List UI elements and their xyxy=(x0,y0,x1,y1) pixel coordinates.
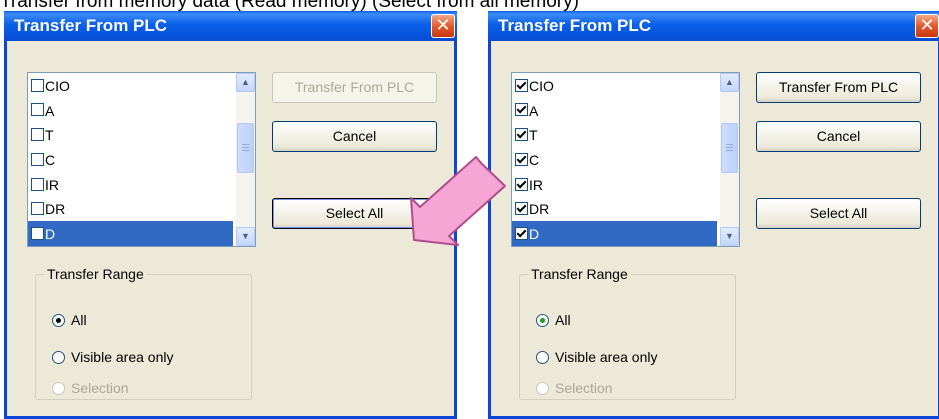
grip-line xyxy=(242,144,249,145)
list-item[interactable]: IR xyxy=(512,172,717,197)
grip-line xyxy=(726,144,733,145)
radio-label: Visible area only xyxy=(555,349,658,365)
select-all-button[interactable]: Select All xyxy=(756,198,921,229)
list-item[interactable]: D xyxy=(512,221,717,246)
list-item[interactable]: C xyxy=(512,147,717,172)
checkbox-icon[interactable] xyxy=(515,78,528,92)
checkbox-icon[interactable] xyxy=(515,152,528,166)
grip-line xyxy=(726,150,733,151)
close-button[interactable]: ✕ xyxy=(431,14,455,38)
checkbox-icon[interactable] xyxy=(31,78,44,92)
list-item-label: CIO xyxy=(529,77,554,94)
radio-button-icon[interactable] xyxy=(52,313,65,327)
grip-line xyxy=(242,150,249,151)
vertical-scrollbar[interactable]: ▲ ▼ xyxy=(236,73,255,246)
radio-label: All xyxy=(555,312,571,328)
radio-label: All xyxy=(71,312,87,328)
radio-selection[interactable]: Selection xyxy=(52,377,129,399)
close-icon: ✕ xyxy=(919,15,935,35)
checkbox-icon[interactable] xyxy=(31,202,44,216)
list-item-label: DR xyxy=(45,201,66,218)
dialog-title: Transfer From PLC xyxy=(14,16,168,35)
checkbox-icon[interactable] xyxy=(515,103,528,117)
transfer-dialog-after: Transfer From PLC ✕ CIO A T C IR DR D ▲ … xyxy=(488,11,939,419)
list-item-label: T xyxy=(45,127,54,144)
memory-area-listbox[interactable]: CIO A T C IR DR D ▲ ▼ xyxy=(511,72,740,247)
list-item[interactable]: DR xyxy=(512,196,717,221)
select-all-button[interactable]: Select All xyxy=(272,198,437,229)
transfer-dialog-before: Transfer From PLC ✕ CIO A T C IR DR D ▲ … xyxy=(4,11,457,419)
title-bar[interactable]: Transfer From PLC ✕ xyxy=(488,11,939,41)
list-item-label: T xyxy=(529,127,538,144)
transfer-range-group: Transfer Range All Visible area only Sel… xyxy=(519,265,736,400)
radio-visible-area-only[interactable]: Visible area only xyxy=(536,346,657,368)
transfer-range-legend: Transfer Range xyxy=(44,265,147,283)
dialog-title: Transfer From PLC xyxy=(498,16,652,35)
checkbox-icon[interactable] xyxy=(515,128,528,142)
close-icon: ✕ xyxy=(435,15,451,35)
checkbox-icon[interactable] xyxy=(515,177,528,191)
list-item-label: C xyxy=(529,152,540,168)
cancel-button[interactable]: Cancel xyxy=(272,121,437,152)
list-item-label: C xyxy=(45,152,56,168)
radio-button-icon[interactable] xyxy=(536,313,549,327)
radio-label: Selection xyxy=(71,380,129,396)
checkbox-icon[interactable] xyxy=(31,103,44,117)
radio-selection[interactable]: Selection xyxy=(536,377,613,399)
transfer-from-plc-button[interactable]: Transfer From PLC xyxy=(756,72,921,103)
list-item-label: IR xyxy=(45,176,59,193)
radio-all[interactable]: All xyxy=(52,309,87,331)
title-bar[interactable]: Transfer From PLC ✕ xyxy=(4,11,457,41)
list-item[interactable]: A xyxy=(28,98,233,123)
list-item[interactable]: CIO xyxy=(28,73,233,98)
grip-line xyxy=(726,147,733,148)
radio-button-icon[interactable] xyxy=(536,381,549,395)
radio-button-icon[interactable] xyxy=(536,350,549,364)
list-item-label: A xyxy=(45,102,55,119)
list-item[interactable]: A xyxy=(512,98,717,123)
radio-label: Selection xyxy=(555,380,613,396)
list-item[interactable]: IR xyxy=(28,172,233,197)
vertical-scrollbar[interactable]: ▲ ▼ xyxy=(720,73,739,246)
memory-area-listbox[interactable]: CIO A T C IR DR D ▲ ▼ xyxy=(27,72,256,247)
list-item[interactable]: T xyxy=(28,122,233,147)
list-item[interactable]: CIO xyxy=(512,73,717,98)
list-item-label: D xyxy=(529,226,540,243)
checkbox-icon[interactable] xyxy=(31,128,44,142)
radio-all[interactable]: All xyxy=(536,309,571,331)
list-item-label: DR xyxy=(529,201,550,218)
list-item[interactable]: D xyxy=(28,221,233,246)
grip-line xyxy=(242,147,249,148)
scroll-down-arrow-icon[interactable]: ▼ xyxy=(236,227,255,246)
scroll-thumb[interactable] xyxy=(721,123,738,173)
radio-button-icon[interactable] xyxy=(52,381,65,395)
list-item[interactable]: T xyxy=(512,122,717,147)
list-item-label: IR xyxy=(529,176,543,193)
radio-label: Visible area only xyxy=(71,349,174,365)
list-item-label: CIO xyxy=(45,77,70,94)
checkbox-icon[interactable] xyxy=(515,226,528,240)
list-item[interactable]: DR xyxy=(28,196,233,221)
transfer-range-legend: Transfer Range xyxy=(528,265,631,283)
close-button[interactable]: ✕ xyxy=(915,14,939,38)
scroll-up-arrow-icon[interactable]: ▲ xyxy=(720,73,739,92)
scroll-down-arrow-icon[interactable]: ▼ xyxy=(720,227,739,246)
list-item[interactable]: C xyxy=(28,147,233,172)
radio-button-icon[interactable] xyxy=(52,350,65,364)
checkbox-icon[interactable] xyxy=(31,152,44,166)
scroll-thumb[interactable] xyxy=(237,123,254,173)
scroll-up-arrow-icon[interactable]: ▲ xyxy=(236,73,255,92)
checkbox-icon[interactable] xyxy=(31,177,44,191)
transfer-range-group: Transfer Range All Visible area only Sel… xyxy=(35,265,252,400)
list-item-label: D xyxy=(45,226,56,243)
checkbox-icon[interactable] xyxy=(515,202,528,216)
radio-visible-area-only[interactable]: Visible area only xyxy=(52,346,173,368)
checkbox-icon[interactable] xyxy=(31,226,44,240)
transfer-from-plc-button[interactable]: Transfer From PLC xyxy=(272,72,437,103)
list-item-label: A xyxy=(529,102,539,119)
cancel-button[interactable]: Cancel xyxy=(756,121,921,152)
